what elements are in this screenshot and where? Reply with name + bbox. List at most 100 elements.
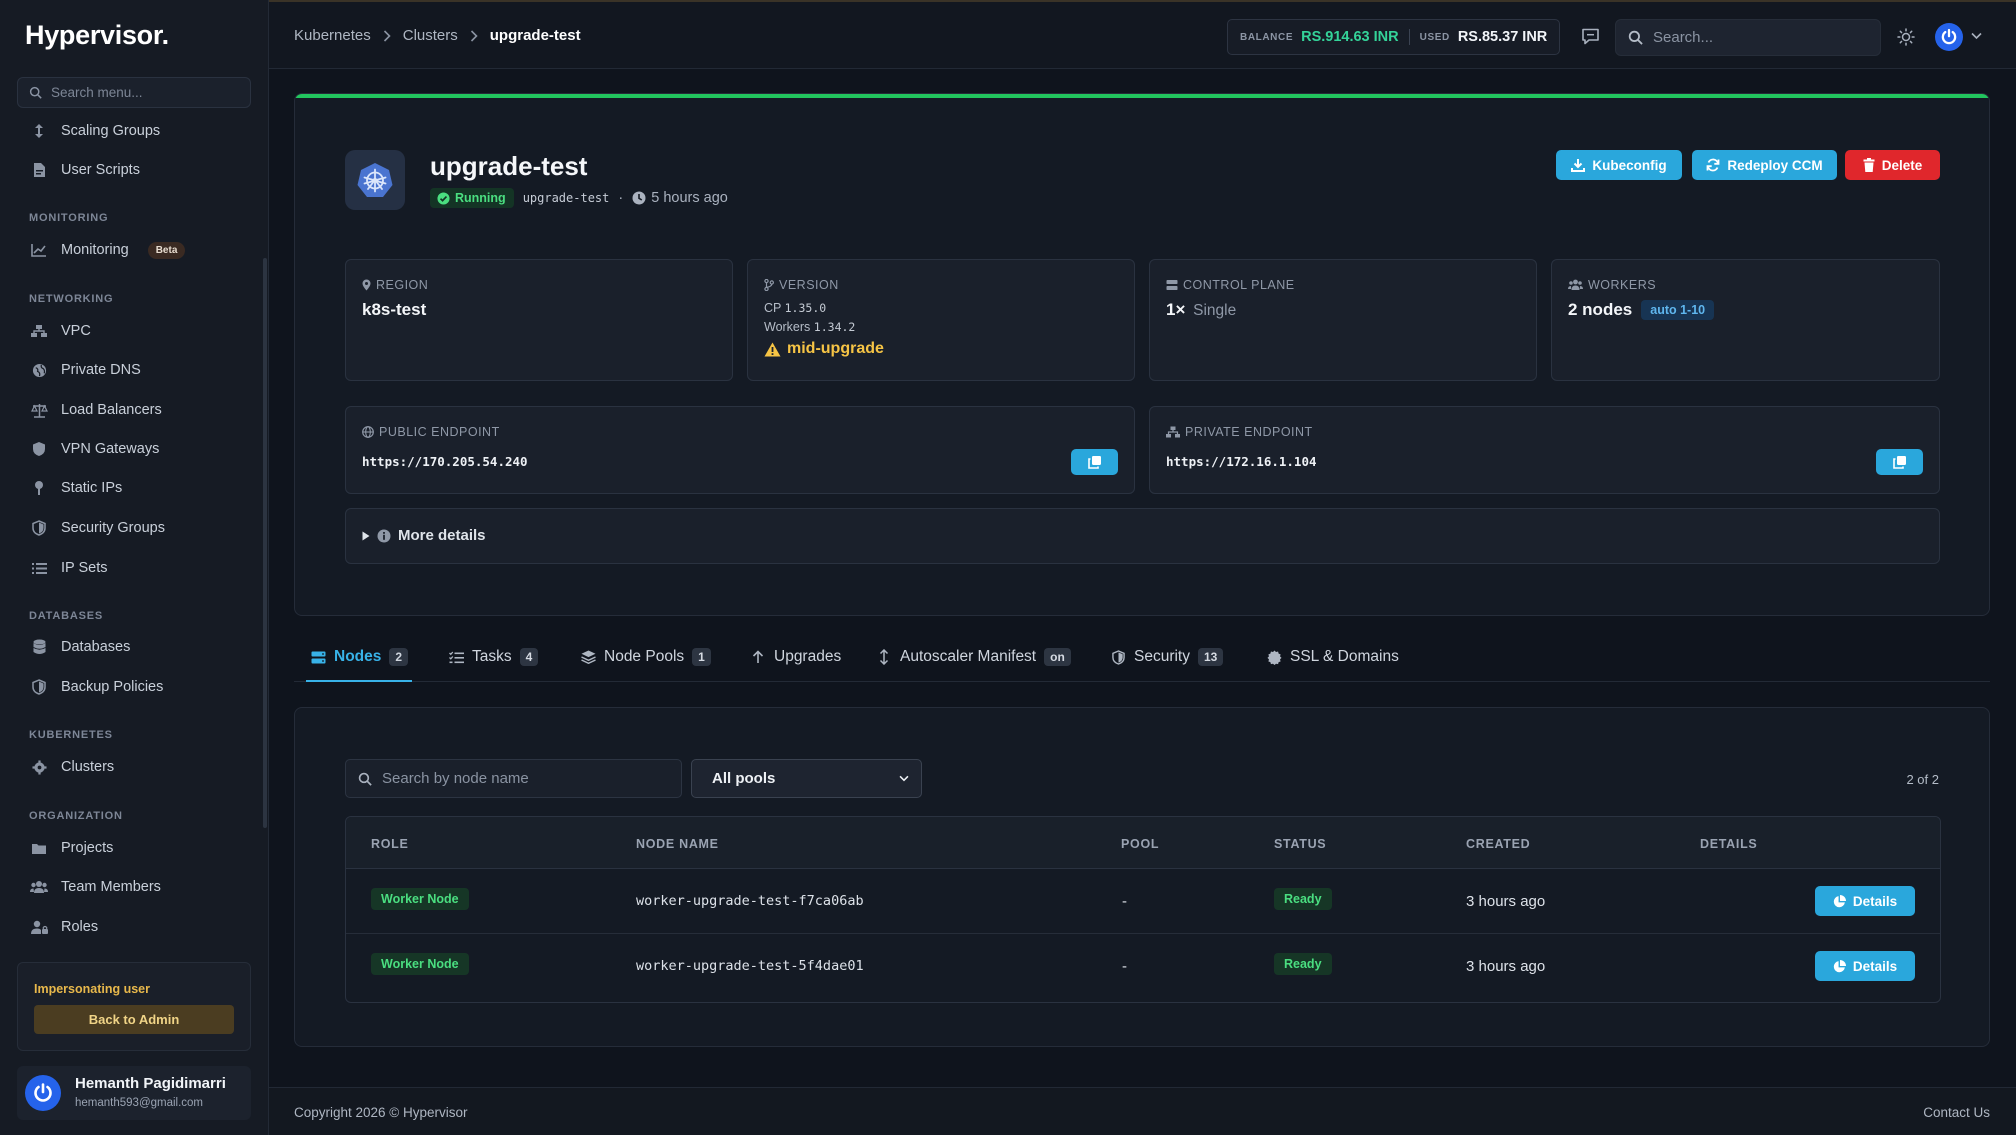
shield-icon xyxy=(30,440,48,458)
private-endpoint-label-text: PRIVATE ENDPOINT xyxy=(1185,425,1313,439)
copy-icon xyxy=(1087,456,1101,469)
copy-private-endpoint-button[interactable] xyxy=(1876,449,1923,475)
user-card[interactable]: Hemanth Pagidimarri hemanth593@gmail.com xyxy=(17,1066,251,1120)
version-label-text: VERSION xyxy=(779,278,839,292)
node-details-button[interactable]: Details xyxy=(1815,951,1915,981)
server-icon xyxy=(1166,280,1178,290)
column-created[interactable]: CREATED xyxy=(1466,837,1530,851)
refresh-icon xyxy=(1706,158,1720,172)
chevron-right-icon xyxy=(383,29,391,42)
node-name-cell: worker-upgrade-test-5f4dae01 xyxy=(636,958,864,974)
table-row[interactable]: Worker Node worker-upgrade-test-5f4dae01… xyxy=(346,934,1940,999)
pie-chart-icon xyxy=(1833,959,1846,972)
sun-icon[interactable] xyxy=(1897,28,1915,46)
pool-filter-select[interactable]: All pools xyxy=(691,759,922,798)
role-badge: Worker Node xyxy=(371,888,469,910)
balance-value: RS.914.63 INR xyxy=(1301,29,1399,45)
kubeconfig-button[interactable]: Kubeconfig xyxy=(1556,150,1682,180)
redeploy-ccm-button[interactable]: Redeploy CCM xyxy=(1692,150,1837,180)
download-icon xyxy=(1571,159,1586,172)
tab-upgrades[interactable]: Upgrades xyxy=(750,648,841,682)
global-search-input[interactable] xyxy=(1653,29,1863,46)
sidebar-item-user-scripts[interactable]: User Scripts xyxy=(30,157,250,183)
column-pool[interactable]: POOL xyxy=(1121,837,1159,851)
sidebar-search-input[interactable] xyxy=(51,85,231,100)
breadcrumb: Kubernetes Clusters upgrade-test xyxy=(294,27,581,44)
network-icon xyxy=(30,322,48,340)
map-pin-icon xyxy=(362,279,371,291)
more-details-label: More details xyxy=(398,527,486,544)
delete-button[interactable]: Delete xyxy=(1845,150,1940,180)
tab-nodes[interactable]: Nodes 2 xyxy=(306,648,413,682)
sidebar-item-ip-sets[interactable]: IP Sets xyxy=(30,555,250,581)
column-role[interactable]: ROLE xyxy=(371,837,409,851)
caret-right-icon xyxy=(362,531,370,540)
sidebar-search[interactable] xyxy=(17,77,251,108)
sidebar-item-static-ips[interactable]: Static IPs xyxy=(30,475,250,501)
sidebar-scrollbar[interactable] xyxy=(263,258,267,828)
arrows-vertical-icon xyxy=(30,122,48,140)
git-branch-icon xyxy=(764,279,774,291)
sidebar-item-label: Backup Policies xyxy=(61,679,164,695)
tab-security[interactable]: Security 13 xyxy=(1110,648,1224,682)
copy-public-endpoint-button[interactable] xyxy=(1071,449,1118,475)
balance-widget[interactable]: BALANCE RS.914.63 INR USED RS.85.37 INR xyxy=(1227,19,1560,55)
info-icon xyxy=(377,529,391,542)
sidebar-item-scaling-groups[interactable]: Scaling Groups xyxy=(30,118,250,144)
node-details-button[interactable]: Details xyxy=(1815,886,1915,916)
avatar xyxy=(25,1075,61,1111)
meta-separator: · xyxy=(618,190,624,206)
sidebar-item-vpc[interactable]: VPC xyxy=(30,318,250,344)
created-cell: 3 hours ago xyxy=(1466,893,1546,910)
private-endpoint-box: PRIVATE ENDPOINT https://172.16.1.104 xyxy=(1149,406,1940,494)
sidebar-item-vpn-gateways[interactable]: VPN Gateways xyxy=(30,436,250,462)
pool-filter-value: All pools xyxy=(712,770,776,787)
tab-tasks[interactable]: Tasks 4 xyxy=(448,648,539,682)
node-search[interactable] xyxy=(345,759,682,798)
created-cell: 3 hours ago xyxy=(1466,958,1546,975)
global-search[interactable] xyxy=(1615,19,1881,56)
shield-half-icon xyxy=(30,678,48,696)
tab-ssl-domains[interactable]: SSL & Domains xyxy=(1266,648,1399,682)
sidebar-item-monitoring[interactable]: Monitoring Beta xyxy=(30,237,250,263)
column-details[interactable]: DETAILS xyxy=(1700,837,1757,851)
sidebar-item-private-dns[interactable]: Private DNS xyxy=(30,357,250,383)
sidebar-item-label: User Scripts xyxy=(61,162,140,178)
more-details[interactable]: More details xyxy=(362,527,486,544)
column-status[interactable]: STATUS xyxy=(1274,837,1326,851)
region-label: REGION xyxy=(362,278,428,292)
tab-label: Autoscaler Manifest xyxy=(900,648,1037,665)
network-icon xyxy=(1166,426,1180,438)
arrow-up-icon xyxy=(750,648,766,666)
users-icon xyxy=(30,878,48,896)
search-icon xyxy=(29,86,42,99)
contact-us-link[interactable]: Contact Us xyxy=(1923,1105,1990,1120)
section-organization: ORGANIZATION xyxy=(29,810,123,822)
sidebar-item-backup-policies[interactable]: Backup Policies xyxy=(30,674,250,700)
column-node-name[interactable]: NODE NAME xyxy=(636,837,719,851)
sidebar-item-clusters[interactable]: Clusters xyxy=(30,754,250,780)
table-row[interactable]: Worker Node worker-upgrade-test-f7ca06ab… xyxy=(346,869,1940,934)
breadcrumb-kubernetes[interactable]: Kubernetes xyxy=(294,27,371,44)
version-label: VERSION xyxy=(764,278,839,292)
breadcrumb-clusters[interactable]: Clusters xyxy=(403,27,458,44)
control-plane-value: 1× Single xyxy=(1166,300,1236,320)
chat-icon[interactable] xyxy=(1581,28,1600,45)
app-logo[interactable]: Hypervisor. xyxy=(25,20,169,51)
sidebar-item-roles[interactable]: Roles xyxy=(30,914,250,940)
sidebar-item-team-members[interactable]: Team Members xyxy=(30,874,250,900)
sidebar-item-projects[interactable]: Projects xyxy=(30,835,250,861)
sidebar-item-databases[interactable]: Databases xyxy=(30,634,250,660)
chevron-down-icon[interactable] xyxy=(1971,32,1982,40)
sidebar-item-label: IP Sets xyxy=(61,560,108,576)
node-search-input[interactable] xyxy=(382,770,672,787)
copy-icon xyxy=(1892,456,1906,469)
sidebar-item-security-groups[interactable]: Security Groups xyxy=(30,515,250,541)
back-to-admin-button[interactable]: Back to Admin xyxy=(34,1005,234,1034)
user-avatar-menu[interactable] xyxy=(1935,23,1963,51)
more-details-toggle[interactable]: More details xyxy=(345,508,1940,564)
tab-node-pools[interactable]: Node Pools 1 xyxy=(580,648,711,682)
sidebar-item-load-balancers[interactable]: Load Balancers xyxy=(30,397,250,423)
tab-autoscaler-manifest[interactable]: Autoscaler Manifest on xyxy=(876,648,1071,682)
cluster-name: upgrade-test xyxy=(430,151,588,181)
